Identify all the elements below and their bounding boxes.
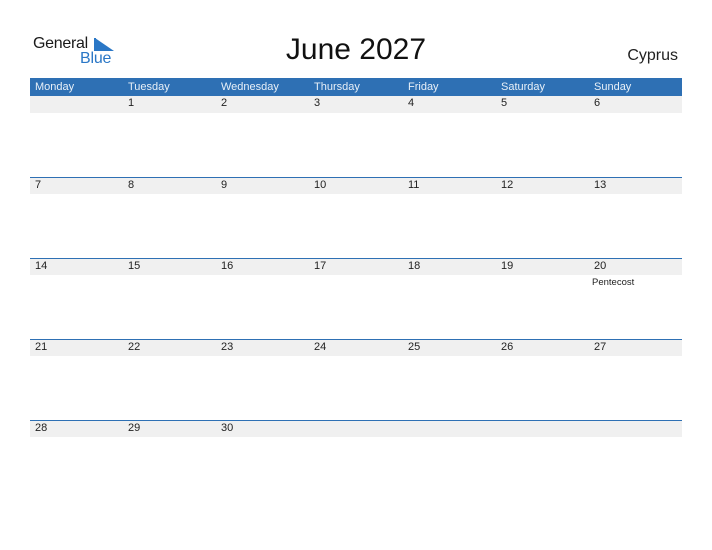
day-number: 8 — [128, 179, 135, 191]
weekday-friday: Friday — [408, 81, 439, 93]
holiday-label — [589, 194, 682, 195]
day-number: 14 — [35, 260, 48, 272]
day-number: 29 — [128, 422, 141, 434]
holiday-label — [216, 113, 309, 114]
calendar-grid: Monday Tuesday Wednesday Thursday Friday… — [30, 78, 682, 501]
week-row: 1 2 3 4 5 6 — [30, 96, 682, 177]
holiday-label — [309, 356, 403, 357]
date-strip: 7 8 9 10 11 12 13 — [30, 177, 682, 194]
holiday-label — [496, 194, 589, 195]
weekday-tuesday: Tuesday — [128, 81, 170, 93]
holiday-label — [309, 194, 403, 195]
day-number: 27 — [594, 341, 607, 353]
day-number: 22 — [128, 341, 141, 353]
holiday-label — [403, 437, 496, 438]
day-number: 23 — [221, 341, 234, 353]
date-strip: 28 29 30 — [30, 420, 682, 437]
holiday-label — [123, 113, 216, 114]
day-number — [30, 96, 123, 113]
day-number — [309, 421, 403, 437]
day-number: 17 — [314, 260, 327, 272]
day-number: 30 — [221, 422, 234, 434]
day-number: 21 — [35, 341, 48, 353]
day-number: 12 — [501, 179, 514, 191]
holiday-label — [123, 194, 216, 195]
holiday-label — [589, 113, 682, 114]
holiday-label — [496, 356, 589, 357]
day-number: 13 — [594, 179, 607, 191]
calendar-title: June 2027 — [285, 33, 427, 66]
day-number: 10 — [314, 179, 327, 191]
holiday-label — [496, 437, 589, 438]
holiday-label — [403, 356, 496, 357]
weekday-wednesday: Wednesday — [221, 81, 279, 93]
date-strip: 1 2 3 4 5 6 — [30, 96, 682, 113]
week-row: 28 29 30 — [30, 420, 682, 501]
week-row: 14 15 16 17 18 19 20 Pentecost — [30, 258, 682, 339]
day-number: 25 — [408, 341, 421, 353]
day-number: 16 — [221, 260, 234, 272]
day-number: 24 — [314, 341, 327, 353]
holiday-label — [216, 437, 309, 438]
week-row: 21 22 23 24 25 26 27 — [30, 339, 682, 420]
day-number: 18 — [408, 260, 421, 272]
week-row: 7 8 9 10 11 12 13 — [30, 177, 682, 258]
day-number: 2 — [221, 97, 228, 109]
holiday-label — [30, 356, 123, 357]
day-number: 26 — [501, 341, 514, 353]
holiday-label — [403, 194, 496, 195]
holiday-label — [216, 275, 309, 289]
holiday-label — [30, 194, 123, 195]
day-number: 6 — [594, 97, 601, 109]
day-number: 9 — [221, 179, 228, 191]
day-number: 15 — [128, 260, 141, 272]
weekday-thursday: Thursday — [314, 81, 360, 93]
holiday-label — [589, 356, 682, 357]
day-number: 3 — [314, 97, 321, 109]
holiday-label — [30, 437, 123, 438]
events-row — [30, 437, 682, 438]
day-number: 1 — [128, 97, 135, 109]
country-label: Cyprus — [627, 47, 678, 64]
day-number — [589, 421, 682, 437]
holiday-label — [496, 275, 589, 289]
holiday-label — [123, 356, 216, 357]
events-row: Pentecost — [30, 275, 682, 289]
weekday-header: Monday Tuesday Wednesday Thursday Friday… — [30, 78, 682, 96]
day-number: 11 — [408, 179, 420, 191]
holiday-label — [30, 113, 123, 114]
holiday-label — [123, 275, 216, 289]
events-row — [30, 113, 682, 114]
day-number: 19 — [501, 260, 514, 272]
day-number: 28 — [35, 422, 48, 434]
day-number — [403, 421, 496, 437]
day-number: 7 — [35, 179, 42, 191]
weekday-sunday: Sunday — [594, 81, 632, 93]
holiday-label — [309, 437, 403, 438]
holiday-label — [216, 356, 309, 357]
day-number — [496, 421, 589, 437]
holiday-label — [30, 275, 123, 289]
date-strip: 21 22 23 24 25 26 27 — [30, 339, 682, 356]
holiday-label — [123, 437, 216, 438]
date-strip: 14 15 16 17 18 19 20 — [30, 258, 682, 275]
holiday-label — [216, 194, 309, 195]
day-number: 20 — [594, 260, 607, 272]
holiday-label — [309, 275, 403, 289]
weekday-monday: Monday — [35, 81, 75, 93]
holiday-label — [309, 113, 403, 114]
day-number: 4 — [408, 97, 415, 109]
holiday-label — [496, 113, 589, 114]
holiday-label — [403, 275, 496, 289]
holiday-label — [403, 113, 496, 114]
events-row — [30, 194, 682, 195]
day-number: 5 — [501, 97, 508, 109]
holiday-label — [589, 437, 682, 438]
holiday-label: Pentecost — [592, 277, 635, 288]
events-row — [30, 356, 682, 357]
weekday-saturday: Saturday — [501, 81, 546, 93]
